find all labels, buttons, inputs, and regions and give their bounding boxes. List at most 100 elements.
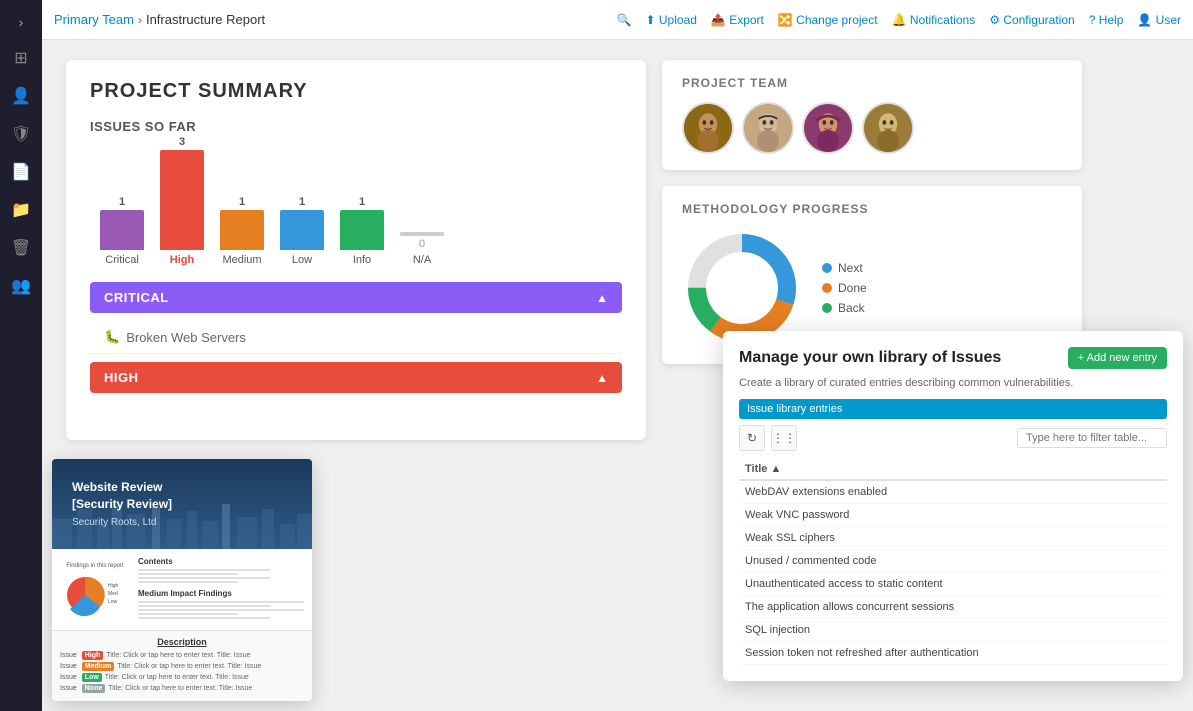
modal-title: Manage your own library of Issues [739,349,1001,367]
library-modal: Manage your own library of Issues + Add … [723,331,1183,681]
modal-section-label: Issue library entries [739,399,1167,419]
bug-icon: 🐛 [104,329,120,345]
high-collapse-icon[interactable]: ▲ [596,371,608,385]
export-button[interactable]: 📤 Export [711,13,764,27]
svg-text:High: High [108,583,119,589]
right-panels: PROJECT TEAM [662,60,1082,364]
collapse-icon[interactable]: ▲ [596,291,608,305]
bar-medium: 1 Medium [220,196,264,266]
modal-toolbar: ↻ ⋮⋮ [739,425,1167,451]
methodology-title: METHODOLOGY PROGRESS [682,202,1062,216]
legend-done-label: Done [838,281,867,295]
modal-description: Create a library of curated entries desc… [739,377,1167,389]
add-entry-button[interactable]: + Add new entry [1068,347,1167,369]
issues-title: ISSUES SO FAR [90,119,622,134]
dashboard-card: PROJECT SUMMARY ISSUES SO FAR 1 Critical… [66,60,646,440]
contents-title: Contents [138,557,304,566]
critical-item[interactable]: 🐛 Broken Web Servers [90,321,622,354]
document-icon[interactable]: 📄 [5,156,37,188]
main-area: Primary Team › Infrastructure Report 🔍 ⬆… [42,0,1193,711]
issue-row-4: Issue None Title: Click or tap here to e… [60,684,304,693]
issue-badge-low: Low [82,673,102,682]
topbar: Primary Team › Infrastructure Report 🔍 ⬆… [42,0,1193,40]
doc-header: Website Review[Security Review] Security… [52,459,312,549]
upload-button[interactable]: ⬆ Upload [646,13,697,27]
security-icon[interactable]: 🛡 [5,118,37,150]
high-label: HIGH [104,370,139,385]
legend-next-dot [822,263,832,273]
critical-section[interactable]: CRITICAL ▲ [90,282,622,313]
toolbar-columns-button[interactable]: ⋮⋮ [771,425,797,451]
bar-chart: 1 Critical 3 High 1 Medium [90,146,622,266]
notifications-button[interactable]: 🔔 Notifications [892,13,976,27]
breadcrumb: Primary Team › Infrastructure Report [54,12,609,27]
bar-critical: 1 Critical [100,196,144,266]
library-entry-8[interactable]: Session token not refreshed after authen… [739,642,1167,665]
library-entry-4[interactable]: Unused / commented code [739,550,1167,573]
person-icon[interactable]: 👤 [5,80,37,112]
file-icon[interactable]: 📁 [5,194,37,226]
configuration-button[interactable]: ⚙ Configuration [989,13,1074,27]
user-button[interactable]: 👤 User [1137,13,1181,27]
library-table: WebDAV extensions enabled Weak VNC passw… [739,481,1167,665]
avatar-2 [742,102,794,154]
bar-low: 1 Low [280,196,324,266]
bar-na: 0 N/A [400,218,444,266]
help-button[interactable]: ? Help [1089,13,1124,27]
topbar-actions: 🔍 ⬆ Upload 📤 Export 🔀 Change project 🔔 N… [617,13,1181,27]
page-title: PROJECT SUMMARY [90,80,622,103]
table-header: Title ▲ [739,459,1167,481]
high-section[interactable]: HIGH ▲ [90,362,622,393]
doc-preview: Website Review[Security Review] Security… [52,459,312,701]
team-icon[interactable]: 👥 [5,270,37,302]
donut-container: Next Done Back [682,228,1062,348]
team-avatars [682,102,1062,154]
doc-title: Website Review[Security Review] [72,479,292,513]
team-title: PROJECT TEAM [682,76,1062,90]
delete-icon[interactable]: 🗑 [5,232,37,264]
doc-chart-area: Findings in this report High Med Low [60,557,130,622]
legend-done: Done [822,281,867,295]
breadcrumb-separator: › [138,13,142,27]
library-entry-6[interactable]: The application allows concurrent sessio… [739,596,1167,619]
impact-title: Medium Impact Findings [138,589,304,598]
doc-body: Findings in this report High Med Low Con… [52,549,312,630]
issue-row-1: Issue High Title: Click or tap here to e… [60,651,304,660]
critical-item-text: Broken Web Servers [126,330,246,345]
issues-section: ISSUES SO FAR 1 Critical 3 High [90,119,622,266]
search-button[interactable]: 🔍 [617,13,632,27]
critical-label: CRITICAL [104,290,169,305]
team-card: PROJECT TEAM [662,60,1082,170]
donut-chart [682,228,802,348]
toolbar-refresh-button[interactable]: ↻ [739,425,765,451]
library-entry-5[interactable]: Unauthenticated access to static content [739,573,1167,596]
mini-chart: Findings in this report High Med Low [60,557,130,617]
library-entry-7[interactable]: SQL injection [739,619,1167,642]
legend-back: Back [822,301,867,315]
description-title: Description [60,637,304,647]
svg-text:Findings in this report: Findings in this report [66,563,124,569]
change-project-button[interactable]: 🔀 Change project [778,13,878,27]
breadcrumb-primary[interactable]: Primary Team [54,12,134,27]
column-title-header: Title ▲ [745,463,781,475]
modal-header: Manage your own library of Issues + Add … [739,347,1167,369]
dashboard-icon[interactable]: ⊞ [5,42,37,74]
library-entry-3[interactable]: Weak SSL ciphers [739,527,1167,550]
content-area: PROJECT SUMMARY ISSUES SO FAR 1 Critical… [42,40,1193,711]
library-entry-1[interactable]: WebDAV extensions enabled [739,481,1167,504]
doc-bottom: Description Issue High Title: Click or t… [52,630,312,701]
sidebar-toggle[interactable]: › [7,8,35,36]
breadcrumb-current: Infrastructure Report [146,12,265,27]
avatar-4 [862,102,914,154]
bar-info: 1 Info [340,196,384,266]
legend-next-label: Next [838,261,863,275]
doc-subtitle: Security Roots, Ltd [72,517,292,528]
svg-text:Med: Med [108,591,118,597]
issue-badge-high: High [82,651,104,660]
filter-input[interactable] [1017,428,1167,448]
avatar-1 [682,102,734,154]
library-entry-2[interactable]: Weak VNC password [739,504,1167,527]
issue-row-3: Issue Low Title: Click or tap here to en… [60,673,304,682]
issue-badge-medium: Medium [82,662,114,671]
sidebar: › ⊞ 👤 🛡 📄 📁 🗑 👥 [0,0,42,711]
